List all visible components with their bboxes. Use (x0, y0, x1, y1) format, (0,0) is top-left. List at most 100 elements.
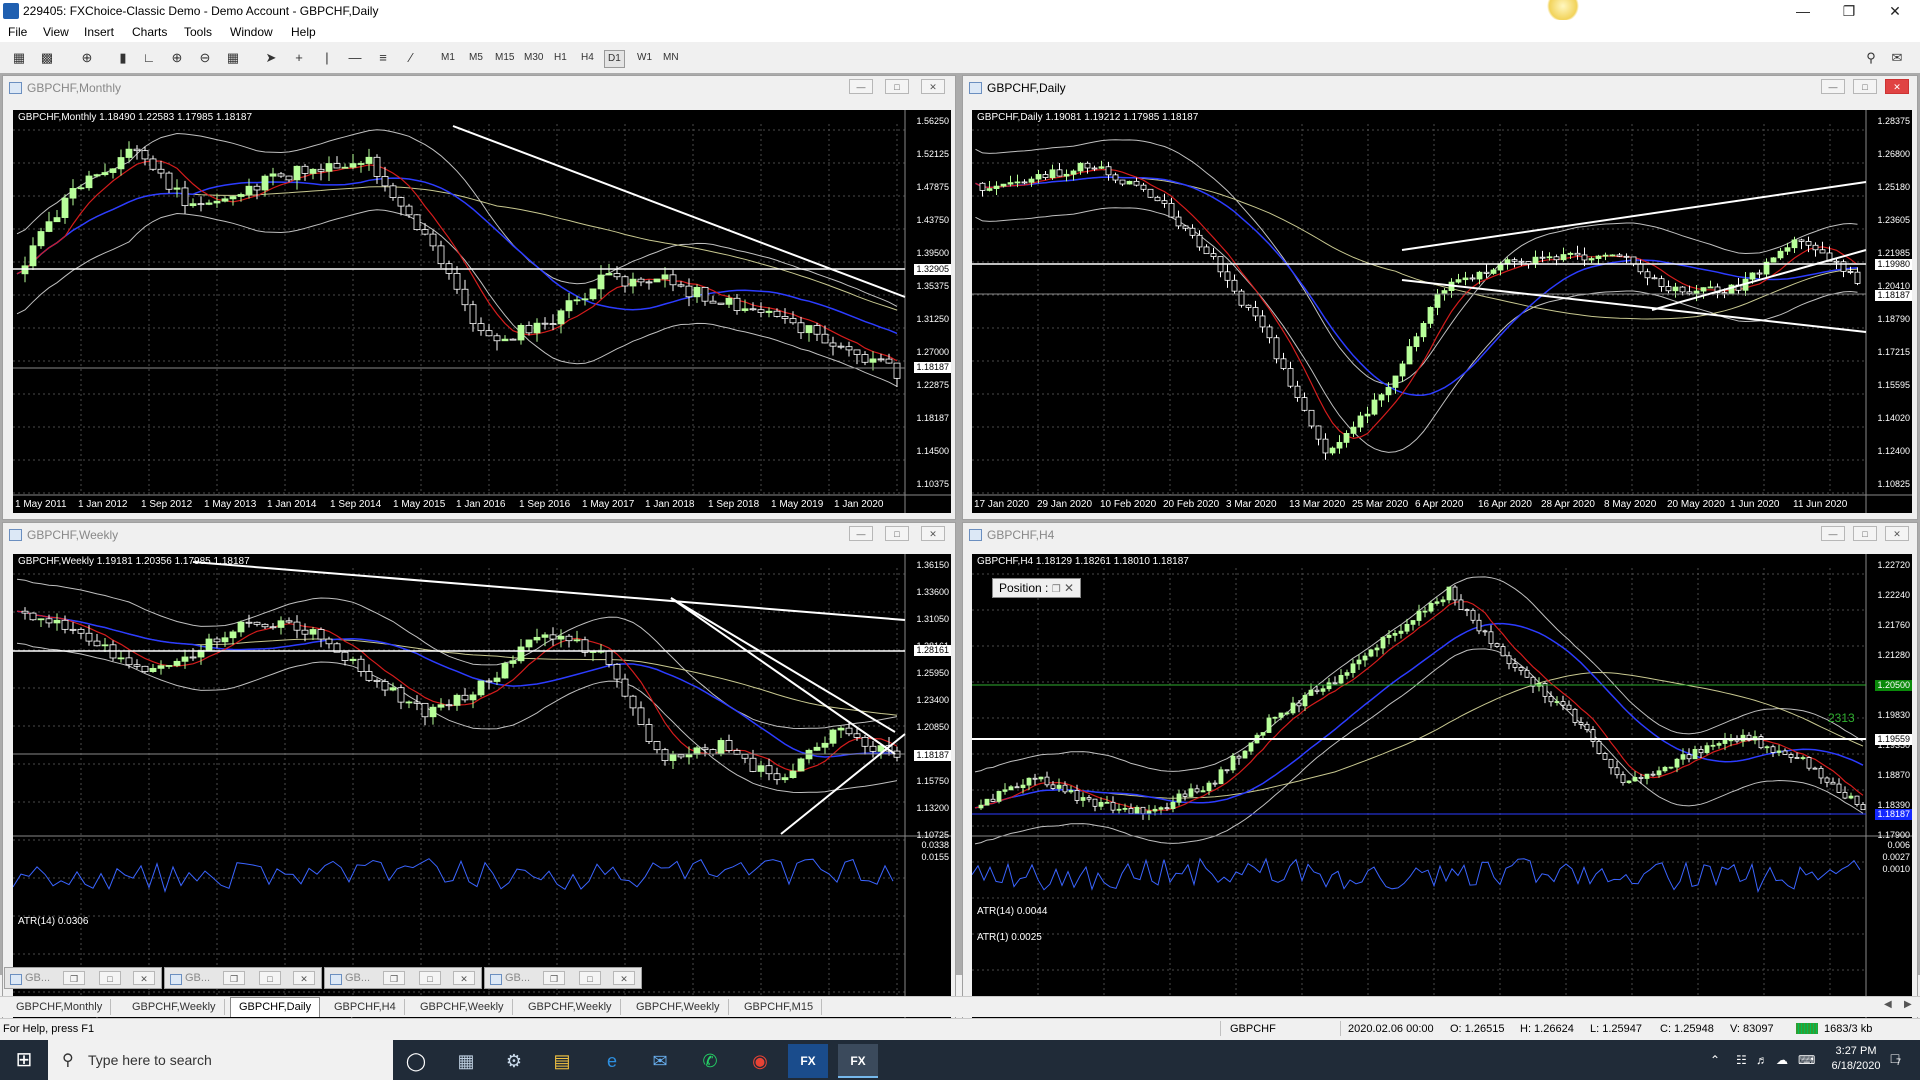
menu-tools[interactable]: Tools (184, 25, 212, 39)
network-icon[interactable]: ☷ (1736, 1040, 1747, 1080)
fxchoice-icon[interactable]: FX (788, 1044, 828, 1078)
trendline-icon[interactable]: ∕ (402, 49, 420, 67)
window-maximize-button[interactable]: □ (1853, 79, 1877, 94)
close-icon[interactable]: ✕ (613, 971, 635, 985)
position-close-icon[interactable]: ✕ (1064, 581, 1074, 595)
volume-icon[interactable]: ♬ (1756, 1040, 1768, 1080)
profiles-icon[interactable]: ▩ (38, 49, 56, 67)
window-close-button[interactable]: ✕ (1885, 79, 1909, 94)
chart-window-weekly[interactable]: GBPCHF,Weekly — □ ✕ GBPCHF,Weekly 1.1918… (2, 522, 956, 1037)
tile-windows-icon[interactable]: ▦ (224, 49, 242, 67)
restore-icon[interactable]: ❐ (63, 971, 85, 985)
chat-icon[interactable]: ✉ (1888, 49, 1906, 67)
menu-charts[interactable]: Charts (132, 25, 167, 39)
window-maximize-button[interactable]: □ (1853, 526, 1877, 541)
crosshair-nav-icon[interactable]: ⊕ (78, 49, 96, 67)
mail-icon[interactable]: ✉ (640, 1044, 680, 1078)
tab-scroll-right-icon[interactable]: ▶ (1904, 999, 1912, 1010)
chart-window-h4[interactable]: GBPCHF,H4 — □ ✕ GBPCHF,H4 1.18129 1.1826… (962, 522, 1918, 1037)
timeframe-m15[interactable]: M15 (492, 50, 517, 66)
timeframe-w1[interactable]: W1 (634, 50, 655, 66)
menu-view[interactable]: View (43, 25, 69, 39)
onedrive-icon[interactable]: ☁ (1776, 1040, 1788, 1080)
taskbar-search[interactable]: ⚲ Type here to search (48, 1040, 393, 1080)
tab-gbpchf-daily[interactable]: GBPCHF,Daily (230, 997, 321, 1017)
tab-gbpchf-m15[interactable]: GBPCHF,M15 (736, 999, 823, 1015)
menu-help[interactable]: Help (291, 25, 316, 39)
maximize-icon[interactable]: □ (419, 971, 441, 985)
new-chart-icon[interactable]: ▦ (10, 49, 28, 67)
minimized-window-2[interactable]: GB... ❐ □ ✕ (164, 967, 322, 989)
window-minimize-button[interactable]: — (849, 526, 873, 541)
window-titlebar[interactable]: GBPCHF,H4 — □ ✕ (963, 523, 1917, 545)
window-maximize-button[interactable]: □ (885, 526, 909, 541)
minimized-window-1[interactable]: GB... ❐ □ ✕ (4, 967, 162, 989)
close-icon[interactable]: ✕ (293, 971, 315, 985)
search-icon[interactable]: ⚲ (1862, 49, 1880, 67)
crosshair-icon[interactable]: + (290, 49, 308, 67)
tab-gbpchf-h4[interactable]: GBPCHF,H4 (326, 999, 405, 1015)
restore-button[interactable]: ❐ (1826, 0, 1872, 22)
close-icon[interactable]: ✕ (453, 971, 475, 985)
restore-icon[interactable]: ❐ (223, 971, 245, 985)
zoom-in-icon[interactable]: ⊕ (168, 49, 186, 67)
window-minimize-button[interactable]: — (849, 79, 873, 94)
chrome-icon[interactable]: ◉ (740, 1044, 780, 1078)
position-restore-icon[interactable]: ❐ (1052, 584, 1061, 595)
restore-icon[interactable]: ❐ (383, 971, 405, 985)
window-minimize-button[interactable]: — (1821, 79, 1845, 94)
minimized-window-4[interactable]: GB... ❐ □ ✕ (484, 967, 642, 989)
chart-area[interactable]: GBPCHF,Monthly 1.18490 1.22583 1.17985 1… (13, 110, 951, 513)
chart-area[interactable]: GBPCHF,Daily 1.19081 1.19212 1.17985 1.1… (972, 110, 1912, 513)
timeframe-d1[interactable]: D1 (604, 50, 625, 68)
timeframe-h4[interactable]: H4 (578, 50, 597, 66)
minimized-window-3[interactable]: GB... ❐ □ ✕ (324, 967, 482, 989)
bar-chart-icon[interactable]: ▮ (114, 49, 132, 67)
notifications-icon[interactable]: □ 7 (1884, 1050, 1906, 1070)
restore-icon[interactable]: ❐ (543, 971, 565, 985)
menu-window[interactable]: Window (230, 25, 273, 39)
keyboard-icon[interactable]: ⌨ (1798, 1040, 1815, 1080)
window-titlebar[interactable]: GBPCHF,Monthly — □ ✕ (3, 76, 955, 98)
window-close-button[interactable]: ✕ (921, 526, 945, 541)
channel-icon[interactable]: ≡ (374, 49, 392, 67)
window-titlebar[interactable]: GBPCHF,Daily — □ ✕ (963, 76, 1917, 98)
tab-gbpchf-monthly[interactable]: GBPCHF,Monthly (8, 999, 112, 1015)
close-icon[interactable]: ✕ (133, 971, 155, 985)
windows-start-icon[interactable]: ⊞ (0, 1040, 48, 1080)
fxchoice-active-icon[interactable]: FX (838, 1044, 878, 1078)
position-panel[interactable]: Position : ❐ ✕ (992, 578, 1082, 598)
horizontal-line-icon[interactable]: — (346, 49, 364, 67)
window-titlebar[interactable]: GBPCHF,Weekly — □ ✕ (3, 523, 955, 545)
chart-area[interactable]: GBPCHF,H4 1.18129 1.18261 1.18010 1.1818… (972, 554, 1912, 1031)
edge-icon[interactable]: e (592, 1044, 632, 1078)
window-maximize-button[interactable]: □ (885, 79, 909, 94)
settings-icon[interactable]: ⚙ (494, 1044, 534, 1078)
minimize-button[interactable]: — (1780, 0, 1826, 22)
tab-scroll-left-icon[interactable]: ◀ (1884, 999, 1892, 1010)
tab-gbpchf-weekly-2[interactable]: GBPCHF,Weekly (412, 999, 513, 1015)
cursor-icon[interactable]: ➤ (262, 49, 280, 67)
close-button[interactable]: ✕ (1872, 0, 1918, 22)
file-explorer-icon[interactable]: ▤ (542, 1044, 582, 1078)
chart-area[interactable]: GBPCHF,Weekly 1.19181 1.20356 1.17985 1.… (13, 554, 951, 1031)
timeframe-m1[interactable]: M1 (438, 50, 458, 66)
clock[interactable]: 3:27 PM 6/18/2020 (1826, 1044, 1886, 1074)
window-close-button[interactable]: ✕ (1885, 526, 1909, 541)
maximize-icon[interactable]: □ (259, 971, 281, 985)
explorer-grid-icon[interactable]: ▦ (446, 1044, 486, 1078)
menu-insert[interactable]: Insert (84, 25, 114, 39)
timeframe-m5[interactable]: M5 (466, 50, 486, 66)
chart-window-monthly[interactable]: GBPCHF,Monthly — □ ✕ GBPCHF,Monthly 1.18… (2, 75, 956, 520)
window-minimize-button[interactable]: — (1821, 526, 1845, 541)
vertical-line-icon[interactable]: | (318, 49, 336, 67)
line-chart-icon[interactable]: ∟ (140, 49, 158, 67)
maximize-icon[interactable]: □ (99, 971, 121, 985)
tray-chevron-icon[interactable]: ⌃ (1710, 1040, 1720, 1080)
timeframe-m30[interactable]: M30 (521, 50, 546, 66)
tab-gbpchf-weekly-4[interactable]: GBPCHF,Weekly (628, 999, 729, 1015)
tab-gbpchf-weekly-3[interactable]: GBPCHF,Weekly (520, 999, 621, 1015)
timeframe-mn[interactable]: MN (660, 50, 682, 66)
maximize-icon[interactable]: □ (579, 971, 601, 985)
tab-gbpchf-weekly[interactable]: GBPCHF,Weekly (124, 999, 225, 1015)
